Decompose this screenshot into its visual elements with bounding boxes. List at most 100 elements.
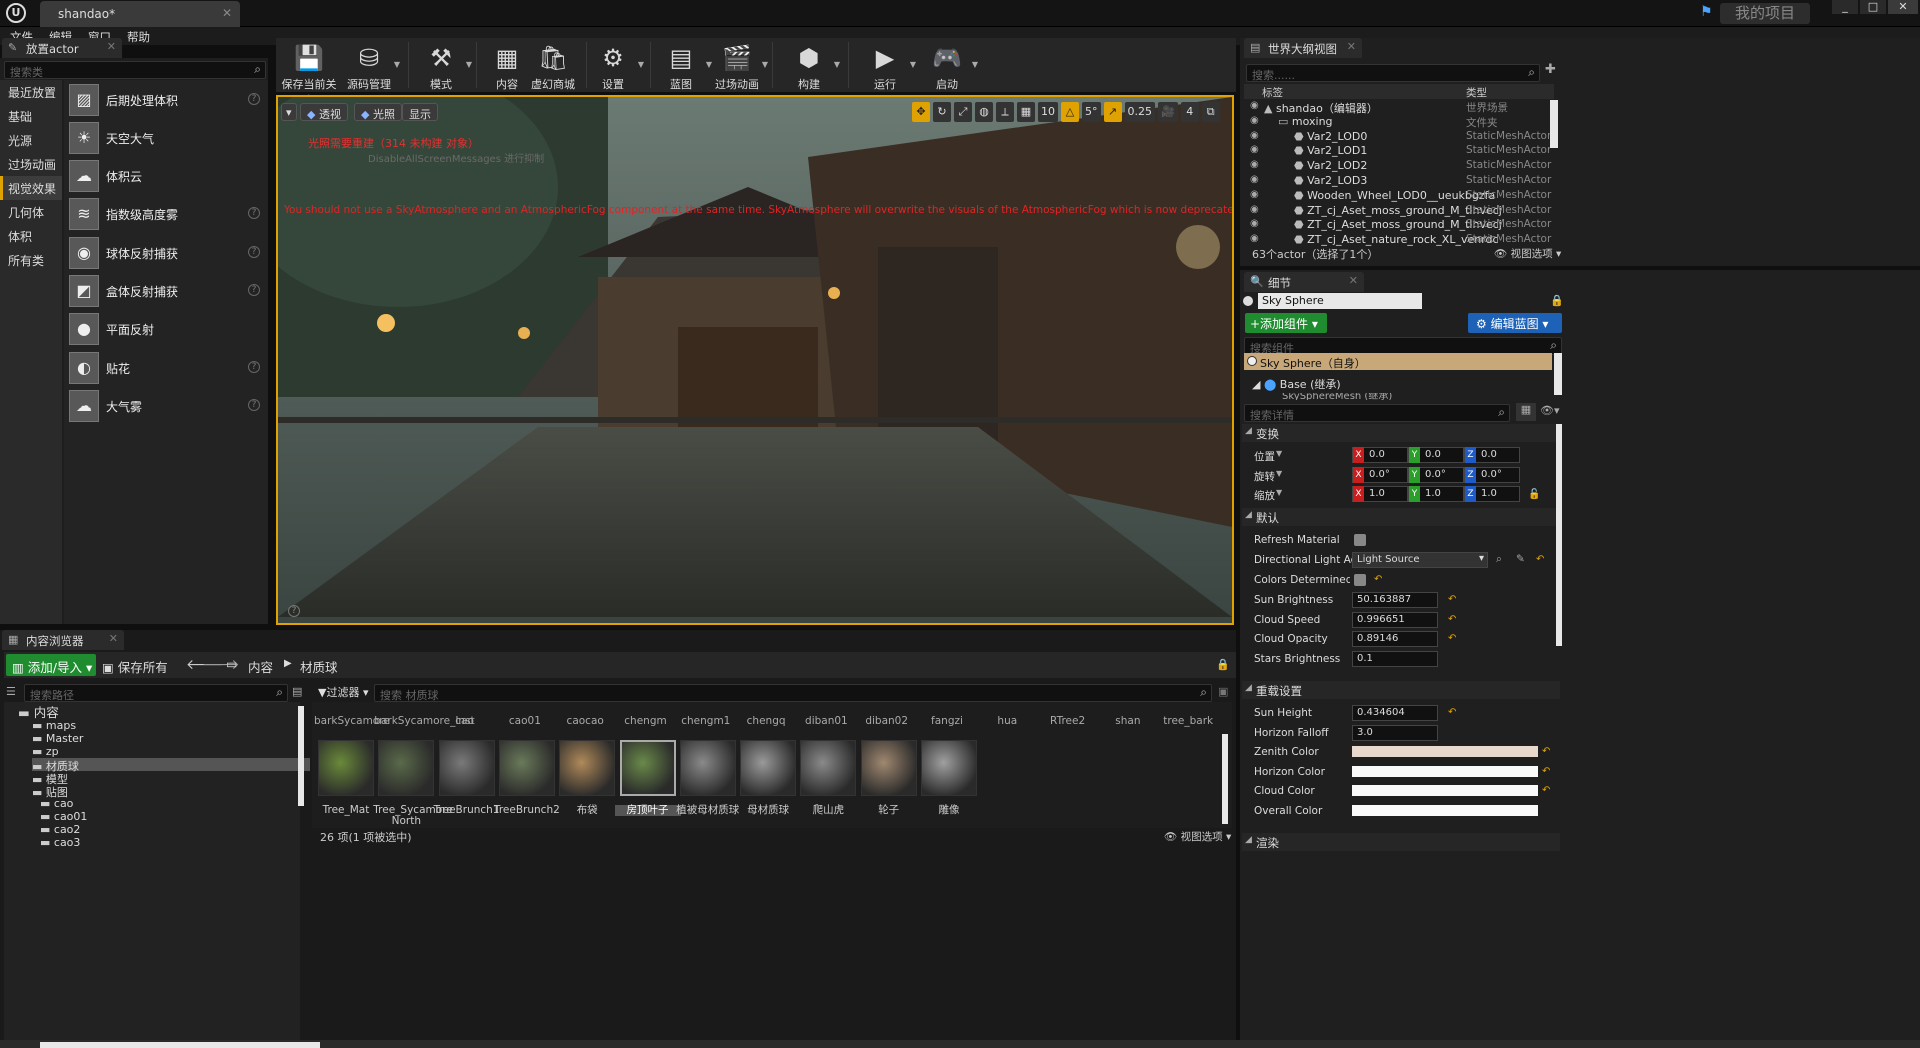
- launch-button[interactable]: 🎮 启动 ▼: [916, 40, 978, 91]
- outliner-row[interactable]: ◉ ⬣ ZT_cj_Aset_moss_ground_M_tlnvecj Stati…: [1244, 218, 1556, 233]
- folder-item[interactable]: ▬ cao: [40, 797, 73, 810]
- camera-speed-value[interactable]: 4: [1180, 102, 1199, 122]
- translate-icon[interactable]: ✥: [912, 102, 930, 122]
- picker-icon[interactable]: ✎: [1516, 553, 1525, 565]
- section-render[interactable]: ◢ 渲染: [1242, 833, 1560, 851]
- reset-icon[interactable]: ↶: [1448, 614, 1456, 625]
- folder-item[interactable]: ▬ zp: [32, 745, 59, 758]
- scale-icon[interactable]: ⤢: [954, 102, 972, 122]
- asset-label[interactable]: RTree2: [1038, 716, 1098, 727]
- outliner-row[interactable]: ◉ ⬣ Var2_LOD3 StaticMeshActor: [1244, 174, 1556, 189]
- path-search-input[interactable]: 搜索路径 ⌕: [24, 684, 288, 702]
- transform-z-field[interactable]: Z 0.0°: [1464, 466, 1520, 483]
- edit-blueprint-button[interactable]: ⚙ 编辑蓝图 ▾: [1468, 313, 1562, 333]
- actor-item[interactable]: ☁ 体积云: [68, 158, 266, 194]
- actor-item[interactable]: ☁ 大气雾?: [68, 388, 266, 424]
- reset-icon[interactable]: ↶: [1542, 766, 1550, 777]
- minimize-button[interactable]: _: [1832, 0, 1858, 14]
- horizontal-scrollbar[interactable]: [40, 1042, 320, 1048]
- folder-item[interactable]: ▬ maps: [32, 719, 76, 732]
- document-tab[interactable]: shandao* ✕: [40, 1, 240, 27]
- help-icon[interactable]: ?: [248, 361, 260, 373]
- grid-icon[interactable]: ▦: [1017, 102, 1035, 122]
- lock-scale-icon[interactable]: 🔓: [1528, 489, 1540, 500]
- help-icon[interactable]: ?: [248, 246, 260, 258]
- help-icon[interactable]: ?: [288, 605, 300, 617]
- cloud-opacity-field[interactable]: 0.89146: [1352, 631, 1438, 647]
- sun-height-field[interactable]: 0.434604: [1352, 705, 1438, 721]
- help-icon[interactable]: ?: [248, 93, 260, 105]
- folder-item[interactable]: ▬ 模型: [32, 771, 68, 786]
- category-volumes[interactable]: 体积: [0, 224, 62, 248]
- build-button[interactable]: ⬢ 构建 ▼: [778, 40, 840, 91]
- rotation-snap-icon[interactable]: △: [1061, 102, 1079, 122]
- asset-thumbnail[interactable]: [498, 740, 555, 796]
- cinematics-button[interactable]: 🎬 过场动画 ▼: [706, 40, 768, 91]
- filter-button[interactable]: ▼过滤器 ▾: [318, 684, 369, 700]
- folder-item[interactable]: ▬ cao2: [40, 823, 80, 836]
- category-lights[interactable]: 光源: [0, 128, 62, 152]
- horizon-falloff-field[interactable]: 3.0: [1352, 725, 1438, 741]
- eye-icon[interactable]: ◉: [1250, 100, 1259, 111]
- zenith-color-swatch[interactable]: [1352, 746, 1538, 757]
- actor-item[interactable]: ● 平面反射: [68, 311, 266, 347]
- eye-icon[interactable]: ◉: [1250, 144, 1259, 155]
- cloud-speed-field[interactable]: 0.996651: [1352, 612, 1438, 628]
- source-control-button[interactable]: ⛁ 源码管理 ▼: [338, 40, 400, 91]
- breadcrumb-arrow-icon[interactable]: ▶: [284, 658, 292, 669]
- blueprints-button[interactable]: ▤ 蓝图 ▼: [650, 40, 712, 91]
- close-tab-icon[interactable]: ✕: [109, 632, 118, 645]
- close-window-button[interactable]: ✕: [1888, 0, 1918, 14]
- outliner-row[interactable]: ◉ ⬣ ZT_cj_Aset_moss_ground_M_tlnvecj Stati…: [1244, 204, 1556, 219]
- viewport-options-button[interactable]: ▾: [281, 103, 297, 121]
- actor-item[interactable]: ▨ 后期处理体积?: [68, 82, 266, 118]
- eye-icon[interactable]: ◉: [1250, 189, 1259, 200]
- details-scrollbar[interactable]: [1556, 424, 1562, 646]
- asset-thumbnail[interactable]: [860, 740, 917, 796]
- reset-icon[interactable]: ↶: [1448, 594, 1456, 605]
- save-all-button[interactable]: ▣ 保存所有: [102, 657, 168, 676]
- asset-view-options[interactable]: 👁 视图选项 ▾: [1164, 829, 1231, 844]
- dropdown-icon[interactable]: ▼: [1276, 449, 1282, 458]
- asset-search-input[interactable]: 搜索 材质球 ⌕: [374, 684, 1212, 702]
- details-search-input[interactable]: 搜索详情 ⌕: [1244, 404, 1510, 422]
- eye-icon[interactable]: 👁▾: [1540, 404, 1560, 417]
- asset-thumbnail[interactable]: [438, 740, 495, 796]
- world-outliner-tab[interactable]: ▤ 世界大纲视图 ✕: [1244, 38, 1362, 58]
- eye-icon[interactable]: ◉: [1250, 218, 1259, 229]
- asset-label[interactable]: cao: [435, 716, 495, 727]
- scale-snap-value[interactable]: 0.25: [1124, 102, 1155, 122]
- category-basic[interactable]: 基础: [0, 104, 62, 128]
- asset-scrollbar[interactable]: [1222, 734, 1228, 824]
- actor-item[interactable]: ☀ 天空大气: [68, 120, 266, 156]
- folder-item[interactable]: ▬ 内容: [18, 702, 59, 720]
- class-search-input[interactable]: 搜索类 ⌕: [4, 61, 266, 79]
- surface-snap-icon[interactable]: ⟂: [996, 102, 1014, 122]
- close-tab-icon[interactable]: ✕: [107, 40, 116, 53]
- component-base[interactable]: ◢ ⬤ Base (继承): [1252, 376, 1341, 392]
- eye-icon[interactable]: ◉: [1250, 204, 1259, 215]
- rotate-icon[interactable]: ↻: [933, 102, 951, 122]
- asset-label[interactable]: diban02: [857, 716, 917, 727]
- collections-icon[interactable]: ▤: [292, 685, 302, 698]
- transform-x-field[interactable]: X 0.0: [1352, 447, 1408, 463]
- tree-toggle-icon[interactable]: ☰: [6, 685, 16, 698]
- breadcrumb-root[interactable]: 内容: [248, 657, 273, 676]
- browse-icon[interactable]: ⌕: [1496, 553, 1502, 566]
- asset-label[interactable]: fangzi: [917, 716, 977, 727]
- colors-determined-checkbox[interactable]: [1354, 574, 1366, 586]
- asset-thumbnail[interactable]: [619, 740, 676, 796]
- section-transform[interactable]: ◢ 变换: [1242, 424, 1560, 442]
- save-level-button[interactable]: 💾保存当前关卡: [278, 40, 340, 107]
- scale-snap-icon[interactable]: ↗: [1103, 102, 1122, 122]
- outliner-row[interactable]: ◉ ⬣ Var2_LOD0 StaticMeshActor: [1244, 130, 1556, 145]
- transform-y-field[interactable]: Y 0.0: [1408, 447, 1464, 463]
- transform-x-field[interactable]: X 0.0°: [1352, 466, 1408, 483]
- asset-thumbnail[interactable]: [740, 740, 797, 796]
- marketplace-button[interactable]: 🛍 虚幻商城: [522, 40, 584, 91]
- content-browser-tab[interactable]: ▦ 内容浏览器 ✕: [2, 630, 124, 650]
- component-scrollbar[interactable]: [1554, 353, 1562, 395]
- eye-icon[interactable]: ◉: [1250, 130, 1259, 141]
- outliner-row[interactable]: ◉ ▲ shandao（编辑器） 世界场景: [1244, 100, 1556, 115]
- reset-icon[interactable]: ↶: [1536, 554, 1544, 565]
